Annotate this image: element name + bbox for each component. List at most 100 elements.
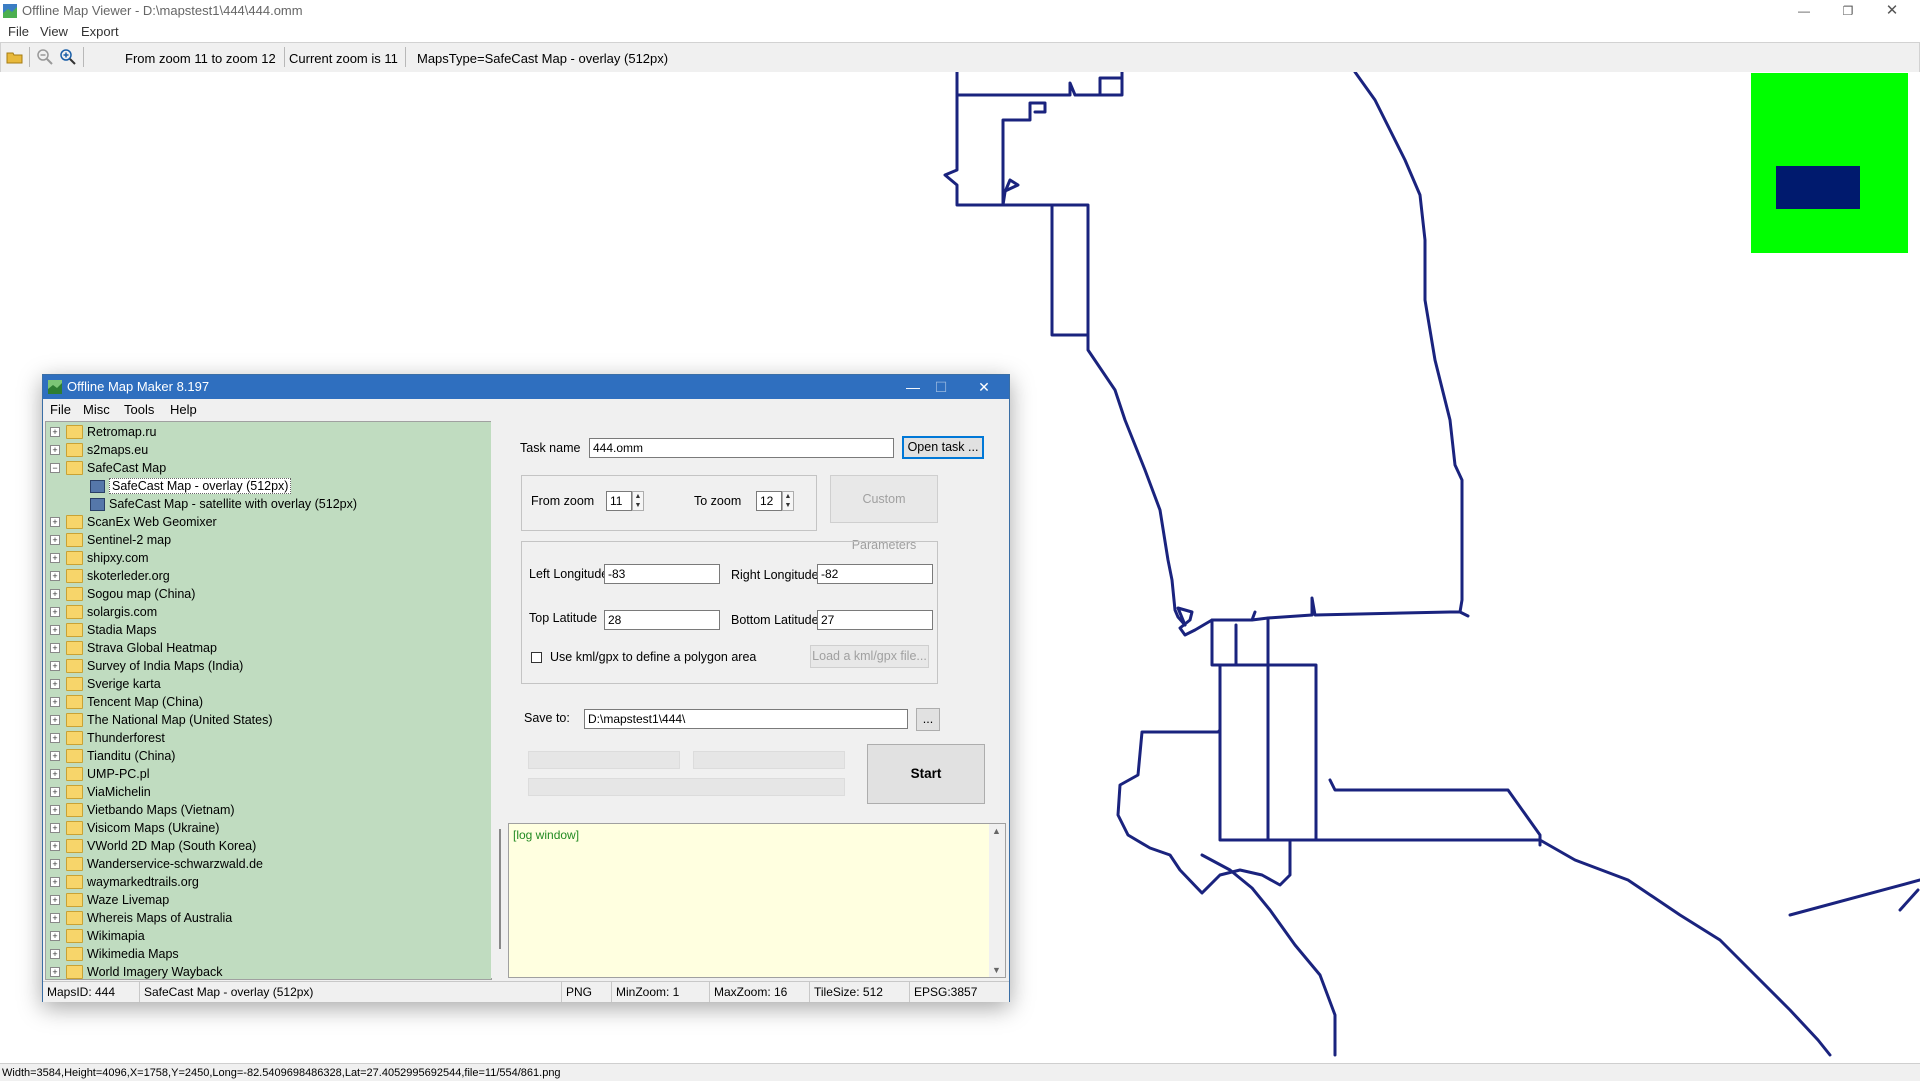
custom-parameters-button[interactable]: Custom Parameters — [830, 475, 938, 552]
open-task-button[interactable]: Open task ... — [902, 436, 984, 459]
dialog-maximize-button[interactable]: ☐ — [921, 377, 961, 397]
expand-icon[interactable]: + — [50, 535, 60, 545]
tree-item-provider[interactable]: + Waze Livemap — [46, 891, 491, 909]
expand-icon[interactable]: + — [50, 805, 60, 815]
tree-item-provider[interactable]: + Wikimapia — [46, 927, 491, 945]
tree-item-provider[interactable]: + skoterleder.org — [46, 567, 491, 585]
expand-icon[interactable]: + — [50, 607, 60, 617]
spin-down-icon[interactable]: ▼ — [633, 501, 643, 510]
expand-icon[interactable]: + — [50, 697, 60, 707]
restore-button[interactable]: ❐ — [1826, 0, 1870, 22]
tree-item-provider[interactable]: + Retromap.ru — [46, 423, 491, 441]
zoom-in-icon[interactable] — [59, 48, 77, 66]
collapse-icon[interactable]: − — [50, 463, 60, 473]
expand-icon[interactable]: + — [50, 751, 60, 761]
expand-icon[interactable]: + — [50, 445, 60, 455]
expand-icon[interactable]: + — [50, 823, 60, 833]
tree-item-provider[interactable]: + shipxy.com — [46, 549, 491, 567]
menu-export[interactable]: Export — [81, 24, 119, 39]
tree-item-provider[interactable]: + Sogou map (China) — [46, 585, 491, 603]
left-longitude-input[interactable]: -83 — [604, 564, 720, 584]
browse-button[interactable]: ... — [916, 708, 940, 731]
open-folder-icon[interactable] — [6, 48, 24, 66]
expand-icon[interactable]: + — [50, 967, 60, 977]
task-name-input[interactable]: 444.omm — [589, 438, 894, 458]
tree-item-provider[interactable]: + Visicom Maps (Ukraine) — [46, 819, 491, 837]
to-zoom-input[interactable]: 12 — [756, 491, 782, 511]
tree-item-provider[interactable]: + Sentinel-2 map — [46, 531, 491, 549]
expand-icon[interactable]: + — [50, 625, 60, 635]
minimize-button[interactable]: — — [1782, 0, 1826, 22]
expand-icon[interactable]: + — [50, 769, 60, 779]
dialog-menu-misc[interactable]: Misc — [83, 402, 110, 417]
tree-item-provider[interactable]: + Wanderservice-schwarzwald.de — [46, 855, 491, 873]
expand-icon[interactable]: + — [50, 787, 60, 797]
tree-item-provider[interactable]: + Whereis Maps of Australia — [46, 909, 491, 927]
tree-item-provider[interactable]: + Stadia Maps — [46, 621, 491, 639]
expand-icon[interactable]: + — [50, 931, 60, 941]
zoom-out-icon[interactable] — [36, 48, 54, 66]
from-zoom-spinner[interactable]: ▲ ▼ — [632, 491, 644, 511]
tree-item-provider[interactable]: + solargis.com — [46, 603, 491, 621]
expand-icon[interactable]: + — [50, 643, 60, 653]
tree-item-map[interactable]: SafeCast Map - overlay (512px) — [46, 477, 491, 495]
expand-icon[interactable]: + — [50, 859, 60, 869]
tree-item-provider[interactable]: + World Imagery Wayback — [46, 963, 491, 979]
tree-item-provider[interactable]: + waymarkedtrails.org — [46, 873, 491, 891]
spin-down-icon[interactable]: ▼ — [783, 501, 793, 510]
start-button[interactable]: Start — [867, 744, 985, 804]
expand-icon[interactable]: + — [50, 661, 60, 671]
spin-up-icon[interactable]: ▲ — [633, 492, 643, 501]
menu-file[interactable]: File — [8, 24, 29, 39]
top-latitude-input[interactable]: 28 — [604, 610, 720, 630]
tree-item-provider[interactable]: + VWorld 2D Map (South Korea) — [46, 837, 491, 855]
menu-view[interactable]: View — [40, 24, 68, 39]
dialog-titlebar[interactable]: Offline Map Maker 8.197 — ☐ ✕ — [43, 375, 1009, 399]
tree-item-map[interactable]: SafeCast Map - satellite with overlay (5… — [46, 495, 491, 513]
overview-viewport-rect[interactable] — [1776, 166, 1860, 209]
expand-icon[interactable]: + — [50, 733, 60, 743]
expand-icon[interactable]: + — [50, 949, 60, 959]
expand-icon[interactable]: + — [50, 553, 60, 563]
log-window[interactable]: [log window] ▲ ▼ — [508, 823, 1006, 978]
expand-icon[interactable]: + — [50, 679, 60, 689]
expand-icon[interactable]: + — [50, 715, 60, 725]
tree-item-provider[interactable]: + UMP-PC.pl — [46, 765, 491, 783]
close-button[interactable]: ✕ — [1870, 0, 1914, 22]
tree-item-provider[interactable]: + Survey of India Maps (India) — [46, 657, 491, 675]
dialog-menu-file[interactable]: File — [50, 402, 71, 417]
load-kml-button[interactable]: Load a kml/gpx file... — [810, 645, 929, 668]
tree-item-provider[interactable]: + Vietbando Maps (Vietnam) — [46, 801, 491, 819]
overview-minimap[interactable] — [1751, 73, 1908, 253]
bottom-latitude-input[interactable]: 27 — [817, 610, 933, 630]
dialog-close-button[interactable]: ✕ — [964, 377, 1004, 397]
dialog-menu-help[interactable]: Help — [170, 402, 197, 417]
expand-icon[interactable]: + — [50, 841, 60, 851]
expand-icon[interactable]: + — [50, 895, 60, 905]
tree-item-provider[interactable]: + The National Map (United States) — [46, 711, 491, 729]
tree-item-provider[interactable]: + ViaMichelin — [46, 783, 491, 801]
tree-item-provider[interactable]: + Strava Global Heatmap — [46, 639, 491, 657]
tree-item-provider[interactable]: + Wikimedia Maps — [46, 945, 491, 963]
to-zoom-spinner[interactable]: ▲ ▼ — [782, 491, 794, 511]
tree-item-provider[interactable]: + Tianditu (China) — [46, 747, 491, 765]
expand-icon[interactable]: + — [50, 517, 60, 527]
pane-splitter[interactable] — [491, 421, 509, 978]
scroll-down-icon[interactable]: ▼ — [992, 965, 1001, 975]
use-kml-checkbox[interactable] — [531, 652, 542, 663]
spin-up-icon[interactable]: ▲ — [783, 492, 793, 501]
scroll-up-icon[interactable]: ▲ — [992, 826, 1001, 836]
tree-item-provider[interactable]: + Tencent Map (China) — [46, 693, 491, 711]
tree-item-provider[interactable]: + Sverige karta — [46, 675, 491, 693]
right-longitude-input[interactable]: -82 — [817, 564, 933, 584]
tree-scrollbar-thumb[interactable] — [499, 829, 501, 949]
expand-icon[interactable]: + — [50, 571, 60, 581]
expand-icon[interactable]: + — [50, 913, 60, 923]
tree-item-provider[interactable]: + Thunderforest — [46, 729, 491, 747]
expand-icon[interactable]: + — [50, 877, 60, 887]
tree-item-provider[interactable]: − SafeCast Map — [46, 459, 491, 477]
expand-icon[interactable]: + — [50, 427, 60, 437]
expand-icon[interactable]: + — [50, 589, 60, 599]
dialog-menu-tools[interactable]: Tools — [124, 402, 154, 417]
save-to-input[interactable]: D:\mapstest1\444\ — [584, 709, 908, 729]
